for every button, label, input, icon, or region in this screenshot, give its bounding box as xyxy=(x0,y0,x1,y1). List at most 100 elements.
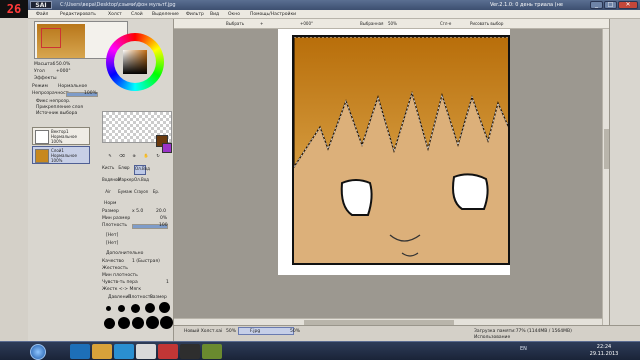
canvas-tab-zoom: 50% xyxy=(226,329,237,334)
advanced-toggle[interactable]: Дополнительно xyxy=(106,251,143,257)
tool-marker[interactable]: Маркер xyxy=(118,177,134,187)
pen-tool-icon[interactable]: ✎ xyxy=(104,153,116,163)
file-path: C:\Users\вера\Desktop\сзыми\фон мультf.j… xyxy=(60,2,176,8)
min-size-label: Мин размер xyxy=(102,216,131,221)
quality-label: Качество xyxy=(102,259,124,264)
eraser-tool-icon[interactable]: ⌫ xyxy=(116,153,128,163)
color-square[interactable] xyxy=(123,50,147,74)
menu-canvas[interactable]: Холст xyxy=(108,10,122,19)
close-button[interactable]: ✕ xyxy=(618,1,638,9)
min-size-value[interactable]: 0% xyxy=(160,216,167,222)
brush-mode[interactable]: Норм xyxy=(104,201,116,207)
hand-tool-icon[interactable]: ✋ xyxy=(140,153,152,163)
ie-icon[interactable] xyxy=(70,344,90,359)
language-indicator[interactable]: EN xyxy=(520,346,527,352)
tool-brush[interactable]: Кисть xyxy=(102,165,114,175)
minimize-button[interactable]: _ xyxy=(590,1,603,9)
quality-select[interactable]: 1 (Быстрая) xyxy=(132,259,160,265)
menu-layer[interactable]: Слой xyxy=(131,10,143,19)
app-icon[interactable] xyxy=(202,344,222,359)
menu-file[interactable]: Файл xyxy=(36,10,48,19)
screen: 26 SAI C:\Users\вера\Desktop\сзыми\фон м… xyxy=(0,0,640,360)
brush-texture-select[interactable]: [Нет] xyxy=(106,241,118,247)
zoom-tool-icon[interactable]: ⊕ xyxy=(128,153,140,163)
drawing-svg xyxy=(294,37,508,263)
toolbar-selected[interactable]: Выбранная xyxy=(360,19,383,29)
pressure-option-size[interactable]: Размер xyxy=(150,295,167,301)
horizontal-scrollbar[interactable] xyxy=(174,318,602,325)
layer-thumbnail xyxy=(35,130,49,144)
media-icon[interactable] xyxy=(158,344,178,359)
menu-view[interactable]: Вид xyxy=(210,10,219,19)
menu-window[interactable]: Окно xyxy=(228,10,240,19)
size-label: Размер xyxy=(102,209,119,214)
recorder-badge: 26 xyxy=(0,0,28,18)
rotate-tool-icon[interactable]: ↻ xyxy=(152,153,164,163)
layer-item-selected[interactable]: Слой1 Нормальное 100% xyxy=(32,146,90,164)
brush-size-preset[interactable] xyxy=(104,318,115,329)
brush-size-preset[interactable] xyxy=(118,305,125,312)
tool-crayon[interactable]: Crayon xyxy=(134,189,148,199)
menu-help[interactable]: Помощь/Настройки xyxy=(250,10,296,19)
toolbar-angle[interactable]: +000° xyxy=(300,19,313,29)
toolbar-plus[interactable]: + xyxy=(260,19,263,29)
density-value: 100 xyxy=(159,223,168,228)
brush-size-preset[interactable] xyxy=(118,317,130,329)
density-label: Плотность xyxy=(102,223,128,228)
layer-item[interactable]: Вектор1 Нормальное 100% xyxy=(32,127,90,145)
brush-size-preset[interactable] xyxy=(145,303,155,313)
toolbar-smooth[interactable]: Сгл-е xyxy=(440,19,451,29)
tool-paper[interactable]: Бумаж xyxy=(118,189,132,199)
clock-time: 22:24 xyxy=(596,344,612,350)
layer-opacity: 100% xyxy=(51,139,63,144)
tool-watercolor2[interactable]: Ол.Вод xyxy=(134,177,149,187)
canvas-tab-name[interactable]: Новый Холст.sai xyxy=(184,328,222,335)
menu-filter[interactable]: Фильтр xyxy=(186,10,204,19)
tool-blur[interactable]: Блюр xyxy=(118,165,130,175)
option-selection-source[interactable]: Источник выбора xyxy=(36,111,77,117)
size-mult[interactable]: x 5.0 xyxy=(132,209,143,215)
menu-select[interactable]: Выделение xyxy=(152,10,179,19)
tool-water[interactable]: Водяной xyxy=(102,177,120,187)
pressure-label: Чувств-ть пера xyxy=(102,280,138,285)
tool-eraser[interactable]: Ер. xyxy=(150,189,162,199)
explorer-icon[interactable] xyxy=(92,344,112,359)
canvas-area[interactable] xyxy=(174,29,602,325)
navigator-frame[interactable] xyxy=(41,28,61,48)
pressure-value[interactable]: 1 xyxy=(166,280,169,286)
tool-watercolor[interactable]: Ол.Вод xyxy=(134,165,150,175)
background-color[interactable] xyxy=(162,143,172,153)
color-wheel[interactable] xyxy=(106,33,164,91)
mode-select[interactable]: Нормальное xyxy=(58,84,87,90)
toolbar-zoom[interactable]: 50% xyxy=(388,19,397,29)
brush-size-preset[interactable] xyxy=(131,304,140,313)
tool-airbrush[interactable]: Air xyxy=(102,189,114,199)
brush-shape-select[interactable]: [Нет] xyxy=(106,233,118,239)
file-tab-name[interactable]: F.jpg xyxy=(250,328,260,335)
sai-taskbar-icon[interactable] xyxy=(180,344,200,359)
clock[interactable]: 22:24 29.11.2013 xyxy=(584,344,624,358)
active-canvas-tab[interactable] xyxy=(238,327,294,335)
toolbar-draw-selection[interactable]: Рисовать выбор xyxy=(470,19,503,29)
title-bar: SAI C:\Users\вера\Desktop\сзыми\фон муль… xyxy=(0,0,640,10)
chrome-icon[interactable] xyxy=(136,344,156,359)
brush-size-preset[interactable] xyxy=(132,317,144,329)
skype-icon[interactable] xyxy=(114,344,134,359)
effects-label[interactable]: Эффекты xyxy=(34,76,57,82)
brush-size-preset[interactable] xyxy=(146,316,159,329)
toolbar-select[interactable]: Выбрать xyxy=(226,19,244,29)
size-value[interactable]: 20.0 xyxy=(156,209,166,215)
app-logo: SAI xyxy=(30,1,52,9)
start-button[interactable] xyxy=(30,344,46,360)
drawing-canvas[interactable] xyxy=(292,35,510,265)
brush-size-preset[interactable] xyxy=(106,306,111,311)
version-text: Ver.2.1.0: 0 день триала (не xyxy=(490,2,563,8)
vertical-scrollbar[interactable] xyxy=(602,29,609,325)
maximize-button[interactable]: □ xyxy=(604,1,617,9)
menu-edit[interactable]: Редактировать xyxy=(60,10,96,19)
right-eye xyxy=(452,173,489,210)
brush-size-preset[interactable] xyxy=(159,302,170,313)
angle-value[interactable]: +000° xyxy=(56,69,71,75)
brush-size-preset[interactable] xyxy=(160,316,173,329)
zoom-value[interactable]: 50.0% xyxy=(56,62,70,68)
